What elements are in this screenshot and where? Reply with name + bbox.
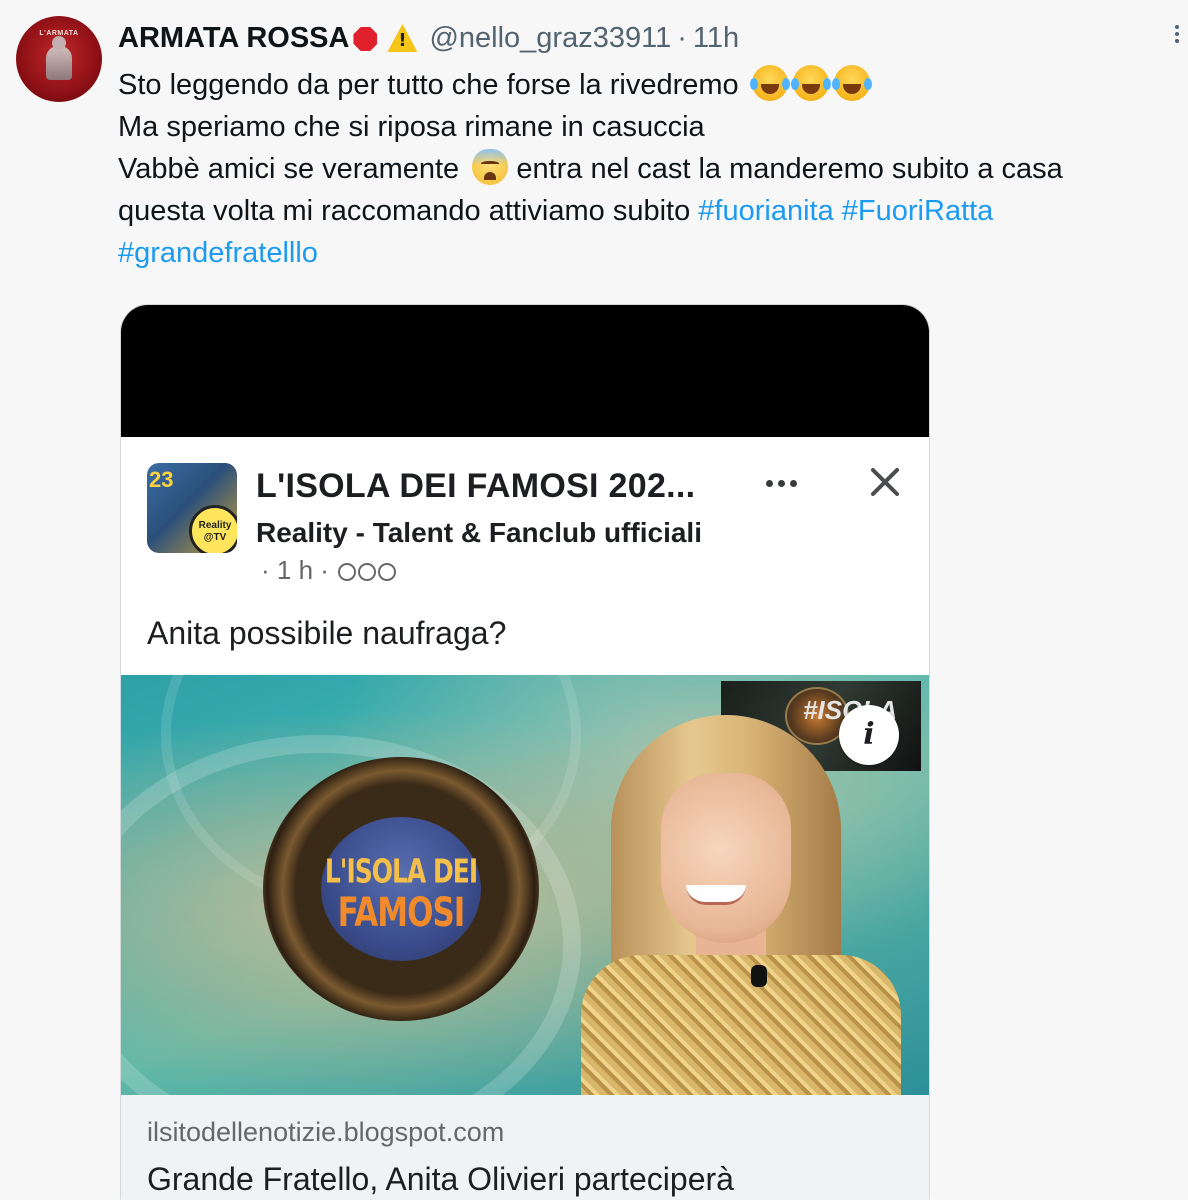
logo-line-1: L'ISOLA DEI (324, 852, 478, 891)
avatar-figure (46, 36, 72, 80)
reality-tv-badge: Reality @TV (189, 505, 237, 553)
audience-icon (358, 563, 377, 581)
page-title[interactable]: L'ISOLA DEI FAMOSI 202... (256, 467, 695, 506)
more-options-icon[interactable] (1170, 22, 1184, 46)
post-text: Anita possibile naufraga? (147, 615, 507, 651)
tweet-line-2: Ma speriamo che si riposa rimane in casu… (118, 111, 705, 143)
info-icon[interactable]: i (839, 705, 899, 765)
joy-emoji-icon (831, 65, 872, 101)
user-avatar[interactable]: L'ARMATA (16, 16, 102, 102)
media-card[interactable]: 23 Reality @TV L'ISOLA DEI FAMOSI 202...… (120, 304, 930, 1200)
group-name[interactable]: Reality - Talent & Fanclub ufficiali (256, 517, 702, 549)
woman-photo (581, 715, 921, 1095)
joy-emoji-icon (790, 65, 831, 101)
tweet[interactable]: L'ARMATA ARMATA ROSSA @nello_graz33911 ·… (0, 0, 1188, 1200)
tweet-line-4: questa volta mi raccomando attiviamo sub… (118, 190, 1178, 232)
joy-emoji-icon (749, 65, 790, 101)
timestamp[interactable]: 11h (693, 22, 739, 55)
screenshot-top-bar (121, 305, 929, 437)
worried-emoji-icon (472, 149, 509, 185)
reality-tv-badge-text: Reality @TV (198, 520, 232, 543)
logo-line-2: FAMOSI (337, 889, 466, 937)
tweet-line-5: #grandefratelllo (118, 232, 1178, 274)
tweet-line-3: Vabbè amici se veramente entra nel cast … (118, 148, 1178, 190)
link-domain: ilsitodellenotizie.blogspot.com (147, 1117, 505, 1147)
facebook-post: 23 Reality @TV L'ISOLA DEI FAMOSI 202...… (121, 437, 929, 1200)
tweet-line-3a-text: Vabbè amici se veramente (118, 153, 460, 185)
tweet-line-1-text: Sto leggendo da per tutto che forse la r… (118, 69, 739, 101)
audience-icon (378, 563, 397, 581)
audience-icon (338, 563, 357, 581)
post-image[interactable]: L'ISOLA DEI FAMOSI #ISOLA i (121, 675, 929, 1095)
display-name[interactable]: ARMATA ROSSA (118, 22, 349, 55)
microphone-icon (751, 965, 767, 987)
tweet-header: ARMATA ROSSA @nello_graz33911 · 11h (118, 18, 739, 58)
user-handle[interactable]: @nello_graz33911 (429, 22, 671, 55)
stop-sign-icon (353, 27, 378, 51)
post-time: · 1 h · (261, 555, 329, 585)
hashtag-fuoriratta[interactable]: #FuoriRatta (842, 195, 994, 227)
tweet-line-1: Sto leggendo da per tutto che forse la r… (118, 64, 1178, 106)
separator-dot: · (677, 21, 687, 54)
hashtag-fuorianita[interactable]: #fuorianita (698, 195, 833, 227)
warning-icon (387, 24, 418, 52)
close-icon[interactable] (867, 463, 903, 499)
page-thumbnail[interactable]: 23 Reality @TV (147, 463, 237, 553)
link-title: Grande Fratello, Anita Olivieri partecip… (147, 1161, 734, 1197)
tweet-line-4-text: questa volta mi raccomando attiviamo sub… (118, 195, 691, 227)
tweet-text: Sto leggendo da per tutto che forse la r… (118, 64, 1178, 274)
hashtag-grandefratelllo[interactable]: #grandefratelllo (118, 237, 318, 269)
isola-logo: L'ISOLA DEI FAMOSI (263, 757, 539, 1021)
post-more-icon[interactable] (761, 473, 801, 493)
post-meta: · 1 h · (261, 555, 397, 586)
link-preview[interactable]: ilsitodellenotizie.blogspot.com Grande F… (121, 1095, 929, 1200)
tweet-line-3b-text: entra nel cast la manderemo subito a cas… (516, 153, 1063, 185)
page-thumbnail-number: 23 (149, 467, 174, 492)
